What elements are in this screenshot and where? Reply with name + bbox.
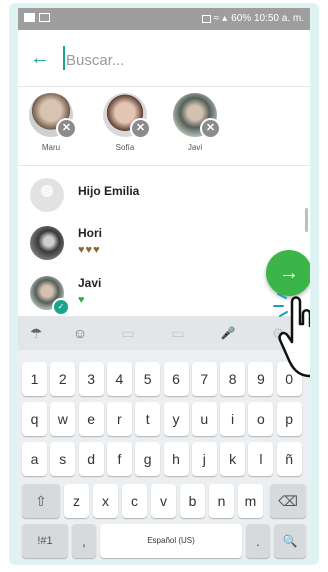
letter-key[interactable]: y — [163, 402, 189, 436]
letter-key[interactable]: w — [50, 402, 76, 436]
search-bar: ← — [18, 30, 310, 87]
letter-key[interactable]: c — [122, 484, 147, 518]
letter-key[interactable]: l — [248, 442, 274, 476]
avatar: ✕ — [173, 93, 221, 139]
contact-name: Hijo Emilia — [78, 184, 140, 198]
status-text: 60% 10:50 a. m. — [231, 13, 304, 24]
signal-icon: ▴ — [222, 13, 228, 24]
contact-name: Hori — [78, 226, 102, 240]
contact-name: Javi — [78, 276, 102, 290]
remove-icon[interactable]: ✕ — [56, 118, 77, 139]
letter-key[interactable]: r — [106, 402, 132, 436]
letter-key[interactable]: k — [220, 442, 246, 476]
selected-contact-sofia[interactable]: ✕ Sofía — [98, 93, 152, 152]
period-key[interactable]: . — [246, 524, 270, 558]
selected-contact-javi[interactable]: ✕ Javi — [168, 93, 222, 152]
pointing-hand-icon — [273, 293, 310, 378]
back-arrow-icon[interactable]: ← — [28, 46, 52, 70]
remove-icon[interactable]: ✕ — [130, 118, 151, 139]
letter-key[interactable]: ñ — [276, 442, 302, 476]
avatar: ✕ — [103, 93, 151, 139]
avatar — [30, 226, 64, 260]
letter-key[interactable]: o — [248, 402, 274, 436]
number-key[interactable]: 8 — [220, 362, 246, 396]
number-key[interactable]: 5 — [135, 362, 161, 396]
search-key[interactable]: 🔍 — [274, 524, 306, 558]
phone-screen: ≈ ▴ 60% 10:50 a. m. ← ✕ Maru ✕ Sofía ✕ — [18, 8, 310, 560]
default-avatar-icon — [30, 178, 64, 212]
letter-key[interactable]: f — [106, 442, 132, 476]
letter-key[interactable]: b — [180, 484, 205, 518]
comma-key[interactable]: , — [72, 524, 96, 558]
letter-key[interactable]: i — [220, 402, 246, 436]
number-key[interactable]: 7 — [191, 362, 217, 396]
shift-key[interactable]: ⇧ — [22, 484, 60, 518]
letter-key[interactable]: h — [163, 442, 189, 476]
number-key[interactable]: 3 — [78, 362, 104, 396]
letter-key[interactable]: j — [191, 442, 217, 476]
notification-icon — [39, 13, 50, 22]
letter-key[interactable]: s — [50, 442, 76, 476]
wifi-icon: ≈ — [213, 13, 220, 24]
letter-key[interactable]: a — [22, 442, 47, 476]
letter-key[interactable]: m — [238, 484, 263, 518]
microphone-icon[interactable]: 🎤 — [218, 324, 238, 342]
remove-icon[interactable]: ✕ — [200, 118, 221, 139]
list-item[interactable]: Hijo Emilia — [18, 174, 310, 218]
clipboard-icon[interactable]: ▭ — [118, 324, 138, 342]
list-item[interactable]: Hori ♥♥♥ — [18, 222, 310, 266]
search-input[interactable] — [64, 48, 288, 72]
keyboard-toolbar: ☂ ☺ ▭ ▭ 🎤 ⚙ — [18, 316, 310, 350]
keyboard: ☂ ☺ ▭ ▭ 🎤 ⚙ 1234567890 qwertyuiop asdfgh… — [18, 316, 310, 560]
letter-key[interactable]: v — [151, 484, 176, 518]
avatar: ✕ — [29, 93, 77, 139]
cast-icon — [201, 14, 211, 23]
contact-name: Sofía — [115, 143, 135, 152]
keyboard-tool-icon[interactable]: ☂ — [26, 324, 46, 342]
contact-name: Javi — [187, 143, 203, 152]
scrollbar[interactable] — [305, 208, 308, 232]
letter-key[interactable]: e — [78, 402, 104, 436]
emoji-icon[interactable]: ☺ — [70, 324, 90, 342]
letter-key[interactable]: d — [78, 442, 104, 476]
selected-check-icon: ✓ — [52, 298, 70, 316]
notification-icons — [24, 13, 50, 22]
letter-key[interactable]: t — [135, 402, 161, 436]
letter-key[interactable]: n — [209, 484, 234, 518]
number-key[interactable]: 4 — [106, 362, 132, 396]
symbols-key[interactable]: !#1 — [22, 524, 68, 558]
letter-key[interactable]: x — [93, 484, 118, 518]
selected-contacts: ✕ Maru ✕ Sofía ✕ Javi — [18, 87, 310, 166]
backspace-key[interactable]: ⌫ — [270, 484, 306, 518]
letter-key[interactable]: q — [22, 402, 47, 436]
letter-key[interactable]: p — [276, 402, 302, 436]
status-bar: ≈ ▴ 60% 10:50 a. m. — [18, 8, 310, 30]
notification-icon — [24, 13, 35, 22]
contact-status: ♥♥♥ — [78, 244, 101, 256]
number-key[interactable]: 1 — [22, 362, 47, 396]
number-key[interactable]: 2 — [50, 362, 76, 396]
letter-key[interactable]: u — [191, 402, 217, 436]
contact-list: Hijo Emilia Hori ♥♥♥ ✓ Javi ♥ — [18, 166, 310, 316]
contact-status: ♥ — [78, 294, 86, 306]
contact-name: Maru — [41, 143, 61, 152]
space-key[interactable]: Español (US) — [100, 524, 242, 558]
selected-contact-maru[interactable]: ✕ Maru — [24, 93, 78, 152]
gif-icon[interactable]: ▭ — [168, 324, 188, 342]
number-key[interactable]: 6 — [163, 362, 189, 396]
letter-key[interactable]: z — [64, 484, 89, 518]
letter-key[interactable]: g — [135, 442, 161, 476]
